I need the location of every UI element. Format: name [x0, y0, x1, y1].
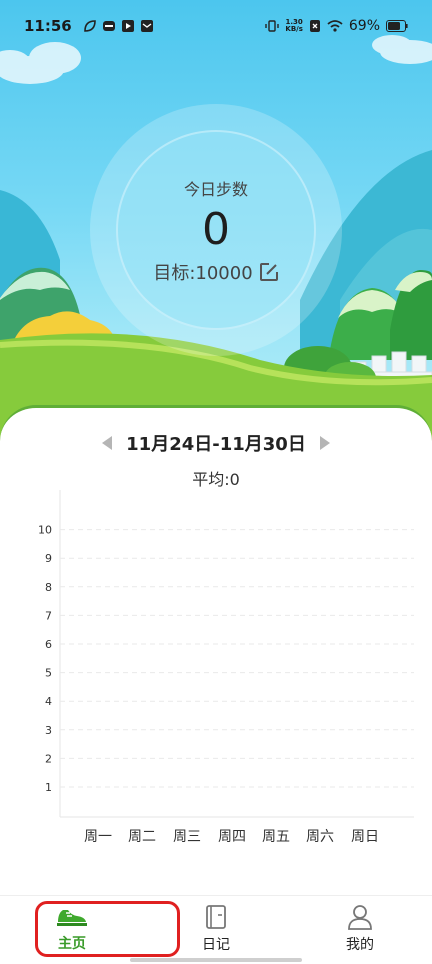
y-tick-label: 9 [45, 552, 52, 565]
status-bar: 11:56 1.30 KB/s 69% [0, 0, 432, 52]
network-speed: 1.30 KB/s [285, 18, 303, 33]
previous-week-icon[interactable] [102, 436, 113, 450]
status-time: 11:56 [24, 17, 72, 35]
y-tick-label: 4 [45, 695, 52, 708]
step-goal[interactable]: 目标:10000 [116, 259, 316, 285]
y-tick-label: 2 [45, 752, 52, 765]
diary-book-icon [203, 904, 229, 930]
next-week-icon[interactable] [319, 436, 330, 450]
week-range: 11月24日-11月30日 [126, 434, 306, 455]
y-tick-label: 6 [45, 638, 52, 651]
x-tick-label: 周日 [351, 829, 379, 845]
highlight-annotation [35, 901, 180, 957]
x-tick-label: 周五 [262, 829, 290, 845]
y-tick-label: 8 [45, 581, 52, 594]
hero-banner: 11:56 1.30 KB/s 69% 今日步数 0 目标:10000 [0, 0, 432, 470]
edit-icon[interactable] [259, 262, 279, 282]
x-tick-label: 周三 [173, 829, 201, 845]
y-tick-label: 3 [45, 724, 52, 737]
user-profile-icon [347, 904, 373, 930]
battery-icon [386, 20, 408, 32]
step-goal-text: 目标:10000 [153, 263, 253, 284]
x-tick-label: 周一 [84, 829, 112, 845]
battery-percent: 69% [348, 18, 380, 34]
y-tick-label: 5 [45, 667, 52, 680]
step-count: 0 [202, 204, 230, 255]
x-tick-label: 周二 [128, 829, 156, 845]
x-tick-label: 周四 [218, 829, 246, 845]
weekly-steps-chart: 1 2 3 4 5 6 7 8 9 10 周一 周二 周三 周四 周五 周六 周日 [38, 490, 414, 845]
x-tick-label: 周六 [306, 829, 334, 845]
no-sim-icon [309, 19, 321, 33]
home-indicator[interactable] [130, 958, 302, 962]
nav-mine[interactable]: 我的 [300, 896, 420, 961]
nav-mine-label: 我的 [346, 936, 374, 953]
play-app-icon [121, 19, 135, 33]
leaf-app-icon [83, 19, 97, 33]
y-tick-label: 7 [45, 609, 52, 622]
y-tick-label: 1 [45, 781, 52, 794]
y-tick-label: 10 [38, 524, 52, 537]
week-navigator: 11月24日-11月30日 [0, 430, 432, 456]
nav-diary-label: 日记 [202, 936, 230, 953]
vibrate-icon [265, 19, 280, 33]
wifi-icon [327, 19, 343, 33]
message-app-icon [102, 19, 116, 33]
mail-app-icon [140, 19, 154, 33]
today-steps-label: 今日步数 [183, 180, 248, 199]
